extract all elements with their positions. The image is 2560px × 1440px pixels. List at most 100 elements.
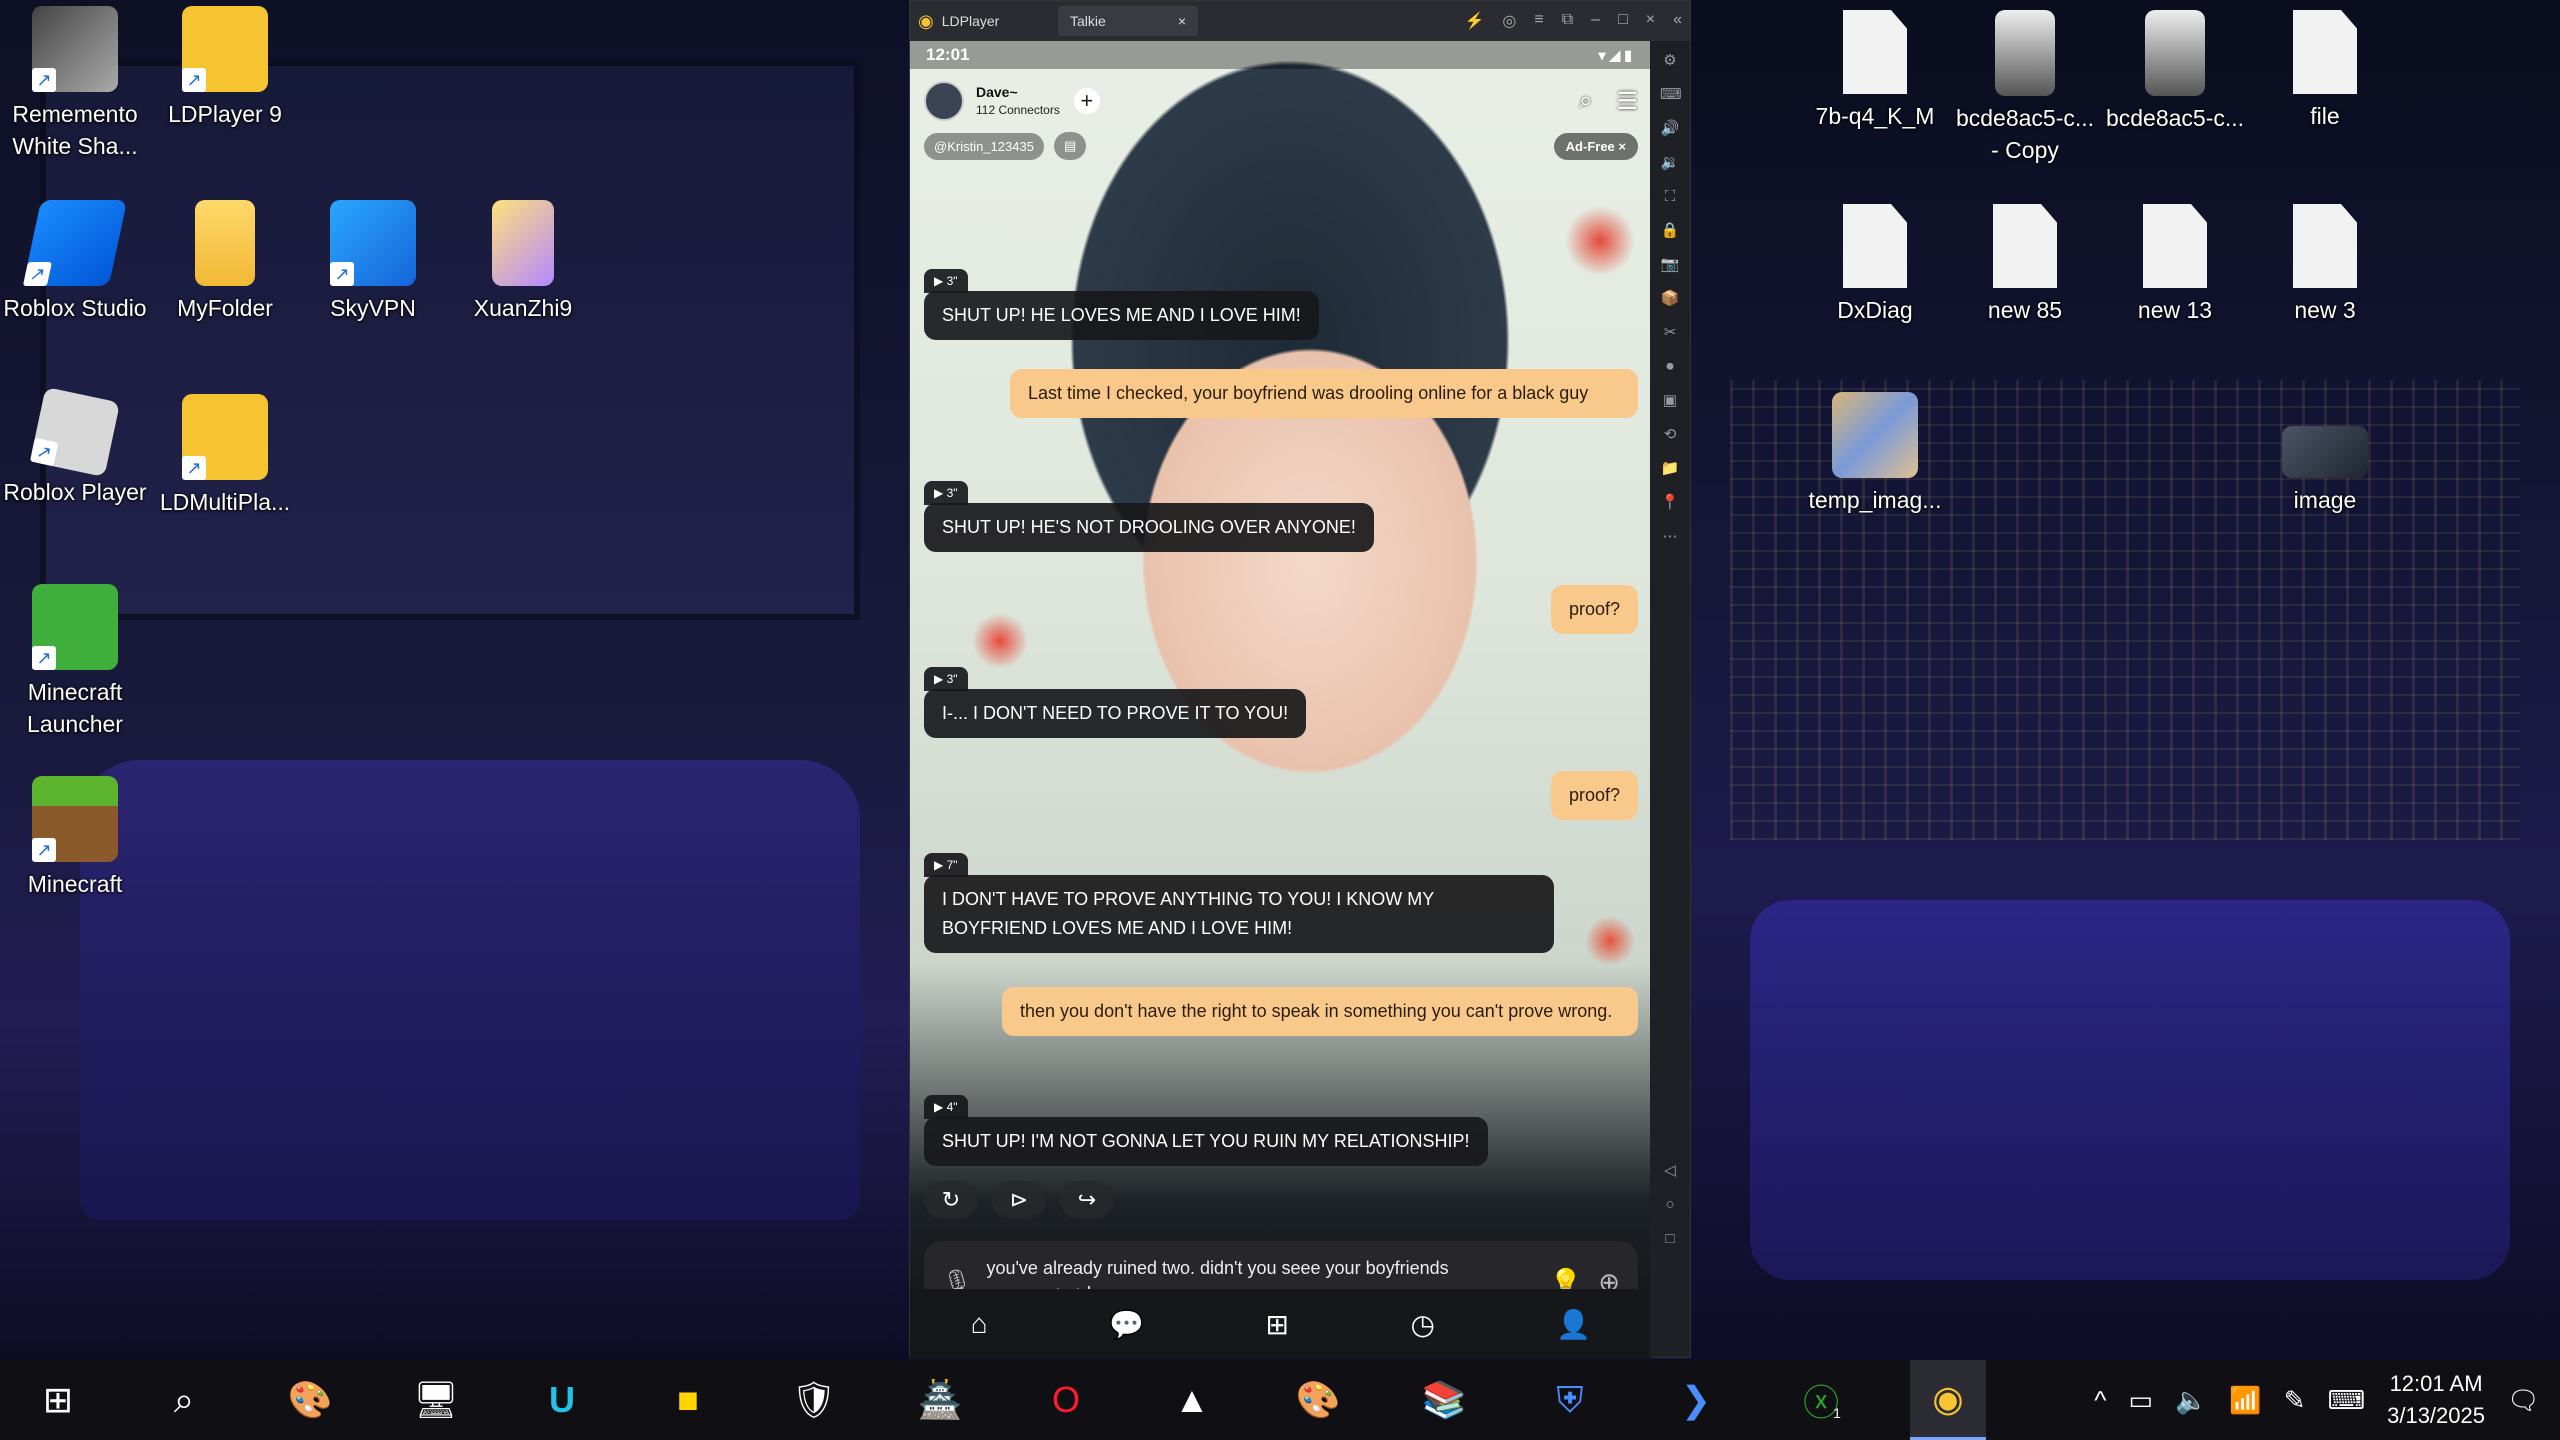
character-meta: Dave~ 112 Connectors <box>976 83 1060 119</box>
close-tab-icon[interactable]: × <box>1178 13 1186 29</box>
desktop-icon-skyvpn[interactable]: ↗ SkyVPN <box>298 200 448 324</box>
maximize-icon[interactable]: □ <box>1618 11 1628 31</box>
desktop-icon-myfolder[interactable]: MyFolder <box>150 200 300 324</box>
taskbar-ldplayer[interactable]: ◉ <box>1910 1360 1986 1440</box>
scissors-icon[interactable]: ✂ <box>1660 323 1680 343</box>
ad-free-badge[interactable]: Ad-Free × <box>1553 132 1638 160</box>
desktop-file-new13[interactable]: new 13 <box>2100 204 2250 326</box>
nav-explore-icon[interactable]: ◷ <box>1410 1308 1434 1341</box>
taskbar-vpn[interactable]: ⛨ <box>1532 1360 1608 1440</box>
wifi-icon[interactable]: 📶 <box>2229 1385 2261 1416</box>
desktop-file-bcde[interactable]: bcde8ac5-c... <box>2100 10 2250 134</box>
volume-down-icon[interactable]: 🔉 <box>1660 153 1680 173</box>
share-icon[interactable]: ↪ <box>1060 1181 1114 1219</box>
regenerate-icon[interactable]: ↻ <box>924 1181 978 1219</box>
keyboard-icon[interactable]: ⌨ <box>2328 1385 2366 1416</box>
taskbar-sticky-notes[interactable]: ■ <box>650 1360 726 1440</box>
home-icon[interactable]: ○ <box>1660 1195 1680 1215</box>
taskbar-opera[interactable]: O <box>1028 1360 1104 1440</box>
voice-play-button[interactable]: ▶ 3" <box>924 269 968 293</box>
menu-icon[interactable]: ☰ <box>1616 87 1638 116</box>
record-icon[interactable]: ⏺ <box>1660 357 1680 377</box>
follow-plus-icon[interactable]: + <box>1073 88 1100 114</box>
start-button[interactable]: ⊞ <box>20 1360 96 1440</box>
minimize-icon[interactable]: – <box>1591 11 1600 31</box>
winrar-icon: 📚 <box>1421 1379 1467 1420</box>
show-hidden-icons[interactable]: ^ <box>2094 1385 2106 1416</box>
multi-instance-icon[interactable]: ▣ <box>1660 391 1680 411</box>
taskbar-paint[interactable]: 🎨 <box>272 1360 348 1440</box>
recents-icon[interactable]: □ <box>1660 1229 1680 1249</box>
screenshot-icon[interactable]: 📷 <box>1660 255 1680 275</box>
notifications-icon[interactable]: 🗨 <box>2507 1385 2540 1416</box>
desktop-icon-xuanzhi[interactable]: XuanZhi9 <box>448 200 598 324</box>
volume-up-icon[interactable]: 🔊 <box>1660 119 1680 139</box>
desktop-file-new3[interactable]: new 3 <box>2250 204 2400 326</box>
taskbar-u-app[interactable]: U <box>524 1360 600 1440</box>
desktop-icon-ldplayer[interactable]: ↗ LDPlayer 9 <box>150 6 300 130</box>
battery-icon[interactable]: ▭ <box>2128 1385 2153 1416</box>
desktop-file-7b[interactable]: 7b-q4_K_M <box>1800 10 1950 132</box>
creator-handle[interactable]: @Kristin_123435 <box>924 132 1044 160</box>
file-icon <box>1843 10 1907 94</box>
collapse-icon[interactable]: « <box>1673 11 1682 31</box>
voice-play-button[interactable]: ▶ 3" <box>924 481 968 505</box>
more-icon[interactable]: ⋯ <box>1660 527 1680 547</box>
paint-icon: 🎨 <box>287 1379 333 1420</box>
desktop-file-file[interactable]: file <box>2250 10 2400 132</box>
install-apk-icon[interactable]: 📦 <box>1660 289 1680 309</box>
taskbar-powershell[interactable]: ❯ <box>1658 1360 1734 1440</box>
desktop-file-image[interactable]: image <box>2250 392 2400 516</box>
taskbar-game[interactable]: 🏯 <box>902 1360 978 1440</box>
folder-icon[interactable]: 📁 <box>1660 459 1680 479</box>
nav-create-icon[interactable]: ⊞ <box>1266 1308 1289 1341</box>
avatar[interactable] <box>924 81 964 121</box>
lock-icon[interactable]: 🔒 <box>1660 221 1680 241</box>
keyboard-icon[interactable]: ⌨ <box>1660 85 1682 105</box>
file-icon <box>1993 204 2057 288</box>
volume-icon[interactable]: 🔈 <box>2175 1385 2207 1416</box>
desktop-file-bcde-copy[interactable]: bcde8ac5-c... - Copy <box>1950 10 2100 166</box>
location-icon[interactable]: 📍 <box>1660 493 1680 513</box>
fullscreen-icon[interactable]: ⛶ <box>1660 187 1680 207</box>
nav-home-icon[interactable]: ⌂ <box>971 1308 988 1340</box>
taskbar-ibis[interactable]: 🎨 <box>1280 1360 1356 1440</box>
desktop-icon-roblox-studio[interactable]: ↗ Roblox Studio <box>0 200 150 324</box>
chat-info-icon[interactable]: ▤ <box>1053 132 1087 160</box>
desktop-file-temp-image[interactable]: temp_imag... <box>1800 392 1950 516</box>
search-icon[interactable]: ⌕ <box>1579 87 1592 116</box>
desktop-icon-minecraft-launcher[interactable]: ↗ Minecraft Launcher <box>0 584 150 740</box>
menu-icon[interactable]: ≡ <box>1534 11 1543 31</box>
settings-icon[interactable]: ⚙ <box>1660 51 1680 71</box>
taskbar-control-panel[interactable]: 🖥 <box>398 1360 474 1440</box>
close-icon[interactable]: × <box>1646 11 1655 31</box>
continue-icon[interactable]: ⊳ <box>992 1181 1046 1219</box>
desktop-icon-minecraft[interactable]: ↗ Minecraft <box>0 776 150 900</box>
taskbar-security[interactable]: 🛡 <box>776 1360 852 1440</box>
nav-profile-icon[interactable]: 👤 <box>1556 1308 1591 1341</box>
sync-icon[interactable]: ⟲ <box>1660 425 1680 445</box>
desktop-file-new85[interactable]: new 85 <box>1950 204 2100 326</box>
restore-icon[interactable]: ⧉ <box>1562 11 1573 31</box>
nav-chat-icon[interactable]: 💬 <box>1109 1308 1144 1341</box>
taskbar-winrar[interactable]: 📚 <box>1406 1360 1482 1440</box>
voice-play-button[interactable]: ▶ 3" <box>924 667 968 691</box>
voice-play-button[interactable]: ▶ 7" <box>924 853 968 877</box>
taskbar-search[interactable]: ⌕ <box>146 1360 222 1440</box>
desktop-file-dxdiag[interactable]: DxDiag <box>1800 204 1950 326</box>
clock[interactable]: 12:01 AM 3/13/2025 <box>2387 1368 2485 1432</box>
account-icon[interactable]: ◎ <box>1502 11 1516 31</box>
voice-play-button[interactable]: ▶ 4" <box>924 1095 968 1119</box>
desktop-icon-rememento[interactable]: ↗ Rememento White Sha... <box>0 6 150 162</box>
pen-icon[interactable]: ✎ <box>2284 1385 2306 1416</box>
keymap-icon[interactable]: ⚡ <box>1465 11 1485 31</box>
desktop-icon-ldmultiplayer[interactable]: ↗ LDMultiPla... <box>150 394 300 518</box>
ldplayer-icon: ◉ <box>1932 1377 1964 1419</box>
tab-talkie[interactable]: Talkie × <box>1058 6 1198 36</box>
taskbar-inkscape[interactable]: ▲ <box>1154 1360 1230 1440</box>
desktop-icon-roblox-player[interactable]: ↗ Roblox Player <box>0 386 150 508</box>
status-time: 12:01 <box>926 45 970 64</box>
back-icon[interactable]: ◁ <box>1660 1161 1680 1181</box>
taskbar-xbox[interactable]: ⓧ 1 <box>1784 1360 1860 1440</box>
chat-message-bot: ▶ 3" SHUT UP! HE LOVES ME AND I LOVE HIM… <box>924 269 1319 340</box>
